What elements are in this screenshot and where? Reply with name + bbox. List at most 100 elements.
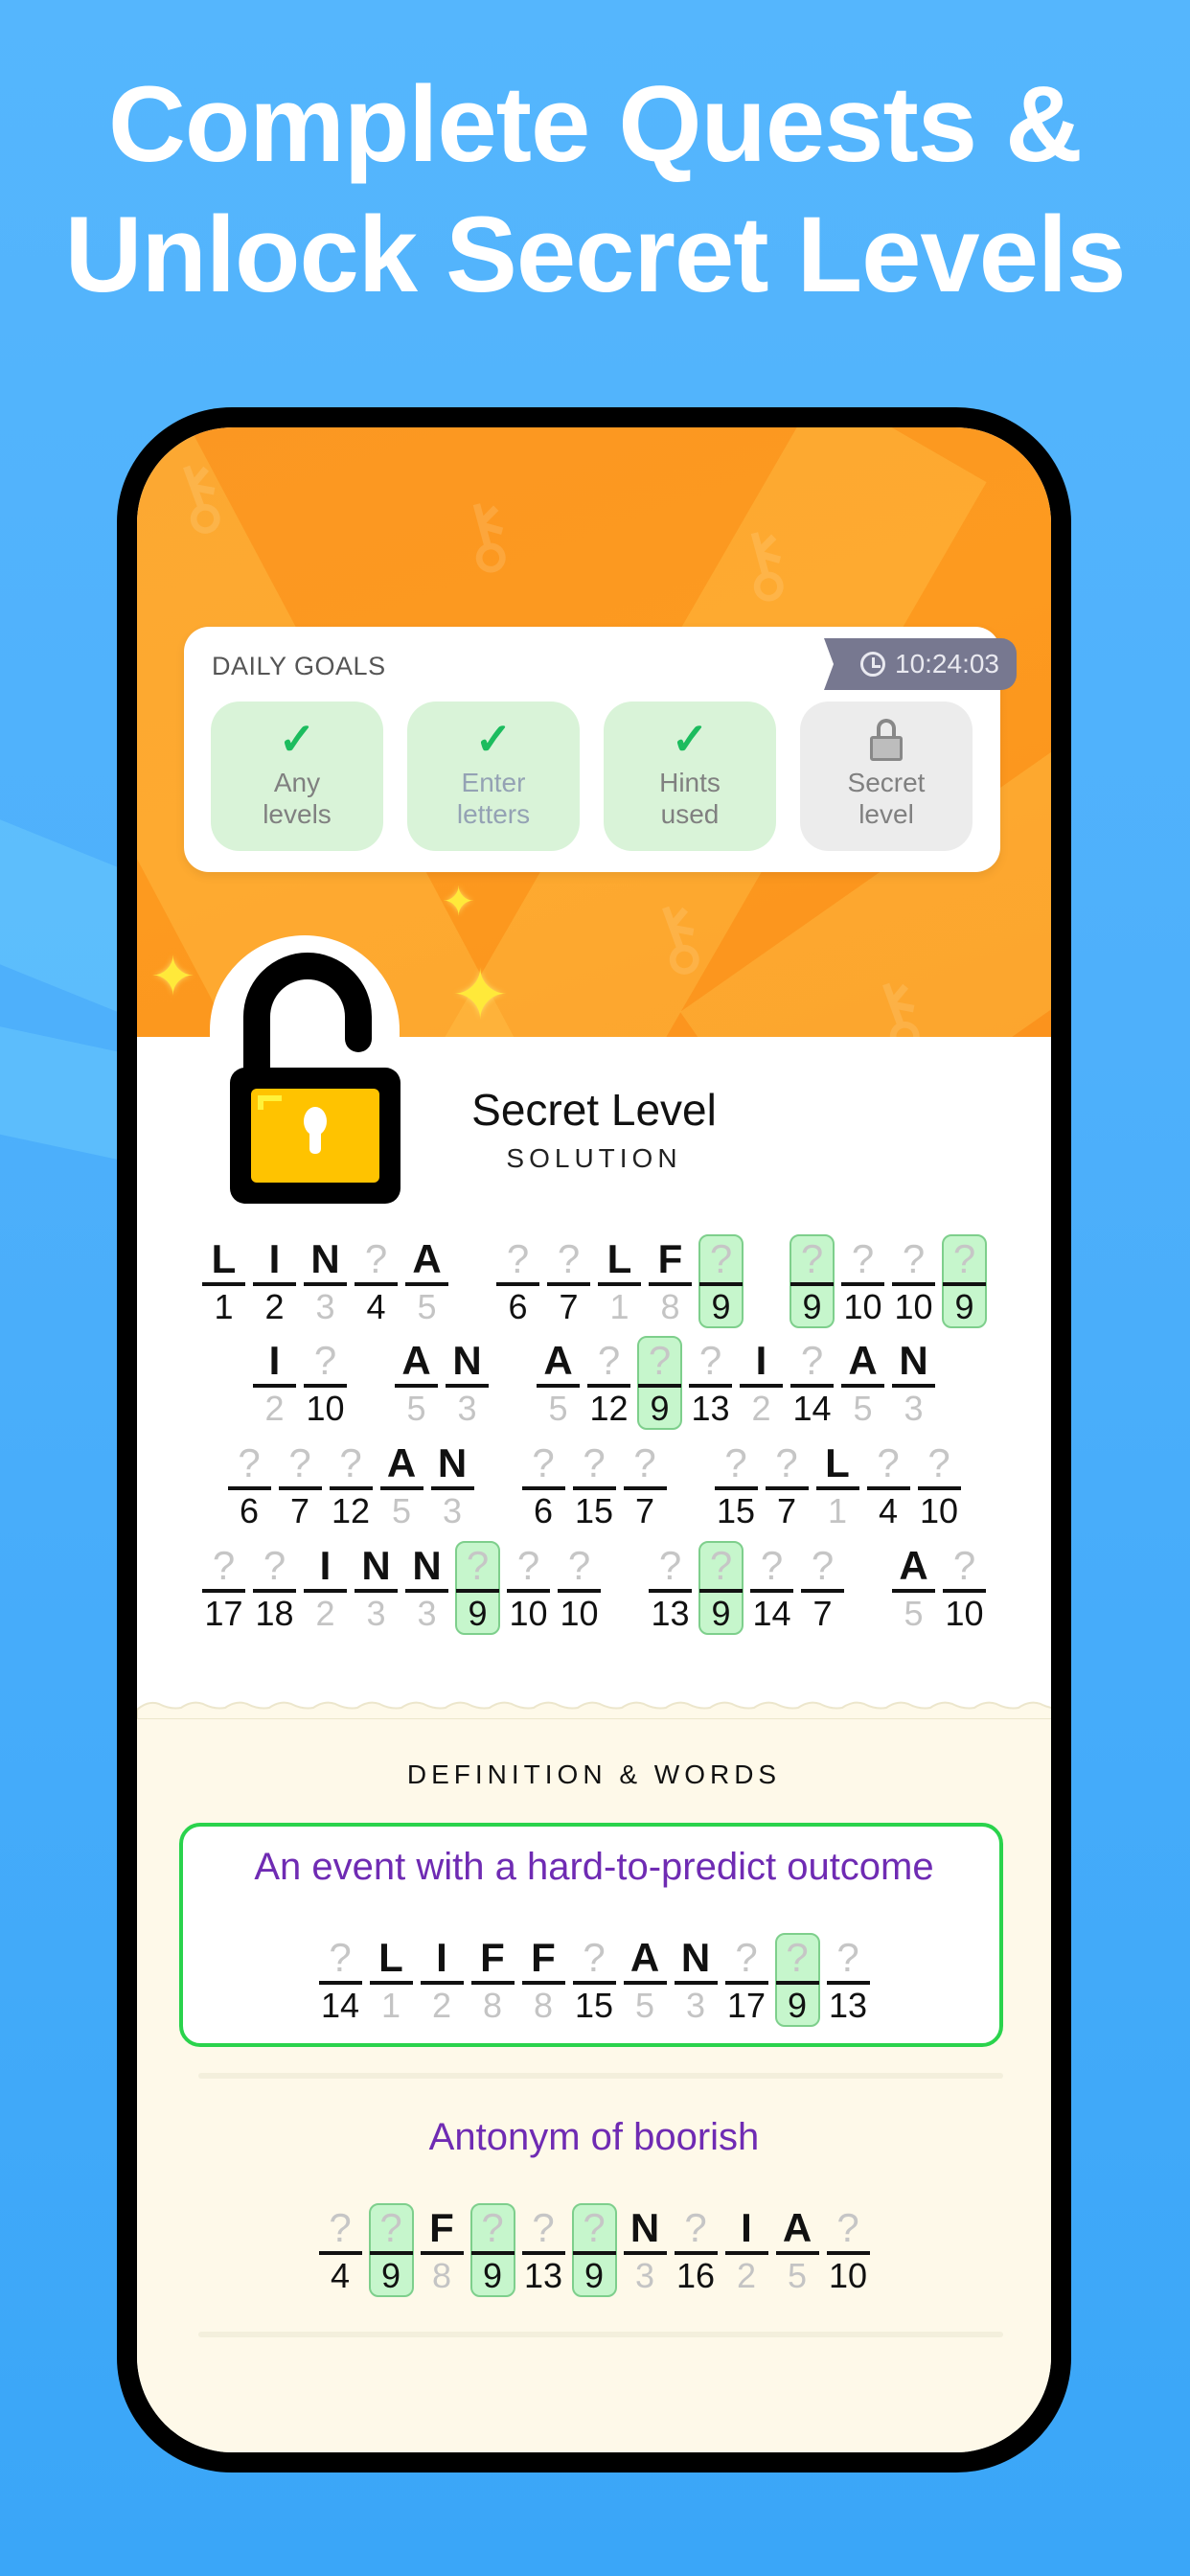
unknown-letter: ? [633, 1440, 656, 1485]
letter-cell[interactable]: ? 7 [762, 1440, 812, 1532]
letter-cell-highlighted[interactable]: ? 9 [939, 1234, 990, 1328]
letter-cell[interactable]: ? 10 [939, 1543, 990, 1635]
letter-cell[interactable]: ? 13 [518, 2205, 569, 2297]
revealed-letter: A [899, 1543, 928, 1588]
puzzle-word: ? 6? 7 L 1 F 8? 9 [492, 1234, 746, 1328]
letter-cell-highlighted[interactable]: ? 9 [787, 1234, 837, 1328]
definition-word[interactable]: ? 14 L 1 I 2 F 8 F 8? 15 A 5 N 3? 17? 9? 13 [137, 1933, 1051, 2027]
definition-clue: An event with a hard-to-predict outcome [254, 1846, 934, 1888]
letter-cell[interactable]: L1 [594, 1236, 645, 1328]
letter-cell[interactable]: ? 6 [518, 1440, 569, 1532]
letter-underline [699, 1589, 743, 1593]
letter-cell[interactable]: I2 [721, 2205, 772, 2297]
letter-cell[interactable]: ? 6 [492, 1236, 543, 1328]
letter-cell[interactable]: N3 [888, 1338, 939, 1430]
letter-cell[interactable]: ? 6 [224, 1440, 275, 1532]
letter-cell[interactable]: ? 14 [787, 1338, 837, 1430]
goal-enter-letters[interactable]: ✓ Enter letters [407, 702, 580, 851]
letter-cell[interactable]: ? 12 [326, 1440, 377, 1532]
letter-underline [405, 1589, 448, 1593]
letter-cell[interactable]: A5 [377, 1440, 427, 1532]
letter-cell[interactable]: N3 [442, 1338, 492, 1430]
letter-cell-highlighted[interactable]: ? 9 [772, 1933, 823, 2027]
letter-cell[interactable]: ? 10 [888, 1236, 939, 1328]
letter-cell[interactable]: ? 10 [823, 2205, 874, 2297]
letter-cell[interactable]: F8 [417, 2205, 468, 2297]
letter-cell[interactable]: I2 [249, 1338, 300, 1430]
letter-cell[interactable]: I2 [736, 1338, 787, 1430]
letter-cell-highlighted[interactable]: ? 9 [452, 1541, 503, 1635]
goal-secret-level[interactable]: Secret level [800, 702, 973, 851]
letter-cell[interactable]: ? 13 [685, 1338, 736, 1430]
letter-cell-highlighted[interactable]: ? 9 [366, 2203, 417, 2297]
letter-cell[interactable]: I2 [249, 1236, 300, 1328]
phone-frame: ⚷ ⚷ ⚷ ⚷ ⚷ DAILY GOALS 10:24:03 ✓ Any lev… [117, 407, 1071, 2472]
letter-underline [379, 1486, 423, 1490]
letter-cell[interactable]: N3 [620, 2205, 671, 2297]
unknown-letter: ? [800, 1338, 824, 1383]
letter-cell[interactable]: A5 [391, 1338, 442, 1430]
puzzle-word: ? 6? 15? 7 [518, 1440, 671, 1532]
letter-cell[interactable]: ? 10 [503, 1543, 554, 1635]
letter-cell[interactable]: I2 [417, 1935, 468, 2027]
letter-cell[interactable]: ? 12 [584, 1338, 634, 1430]
letter-cell[interactable]: ? 4 [351, 1236, 401, 1328]
letter-cell[interactable]: ? 10 [914, 1440, 965, 1532]
letter-cell[interactable]: ? 7 [275, 1440, 326, 1532]
letter-cell[interactable]: A5 [533, 1338, 584, 1430]
letter-cell[interactable]: A5 [837, 1338, 888, 1430]
unknown-letter: ? [811, 1543, 835, 1588]
revealed-letter: L [211, 1236, 237, 1281]
letter-cell[interactable]: ? 7 [797, 1543, 848, 1635]
letter-cell[interactable]: A5 [772, 2205, 823, 2297]
unknown-letter: ? [851, 1236, 875, 1281]
letter-cell[interactable]: ? 7 [620, 1440, 671, 1532]
letter-cell[interactable]: N3 [351, 1543, 401, 1635]
letter-cell[interactable]: A5 [888, 1543, 939, 1635]
letter-cell[interactable]: N3 [671, 1935, 721, 2027]
letter-cell[interactable]: ? 4 [863, 1440, 914, 1532]
letter-cell[interactable]: ? 13 [823, 1935, 874, 2027]
letter-cell-highlighted[interactable]: ? 9 [468, 2203, 518, 2297]
letter-cell[interactable]: A5 [620, 1935, 671, 2027]
letter-cell[interactable]: L1 [812, 1440, 863, 1532]
letter-cell[interactable]: ? 13 [645, 1543, 696, 1635]
letter-cell[interactable]: ? 15 [569, 1935, 620, 2027]
goal-any-levels[interactable]: ✓ Any levels [211, 702, 383, 851]
letter-cell[interactable]: L1 [198, 1236, 249, 1328]
letter-cell[interactable]: F8 [518, 1935, 569, 2027]
letter-cell[interactable]: I2 [300, 1543, 351, 1635]
letter-cell[interactable]: A5 [401, 1236, 452, 1328]
letter-code-number: 4 [878, 1491, 899, 1530]
letter-cell[interactable]: F8 [645, 1236, 696, 1328]
letter-cell[interactable]: ? 16 [671, 2205, 721, 2297]
letter-cell[interactable]: ? 4 [315, 2205, 366, 2297]
letter-underline [572, 1981, 616, 1985]
letter-cell[interactable]: ? 17 [198, 1543, 249, 1635]
letter-cell[interactable]: N3 [401, 1543, 452, 1635]
letter-cell-highlighted[interactable]: ? 9 [634, 1336, 685, 1430]
letter-code-number: 10 [509, 1594, 548, 1633]
letter-code-number: 13 [828, 1986, 868, 2025]
letter-cell[interactable]: ? 7 [543, 1236, 594, 1328]
letter-cell[interactable]: ? 17 [721, 1935, 772, 2027]
letter-cell[interactable]: F8 [468, 1935, 518, 2027]
letter-cell[interactable]: ? 10 [837, 1236, 888, 1328]
letter-cell[interactable]: ? 18 [249, 1543, 300, 1635]
letter-cell-highlighted[interactable]: ? 9 [696, 1234, 746, 1328]
letter-cell[interactable]: L1 [366, 1935, 417, 2027]
letter-cell[interactable]: ? 14 [746, 1543, 797, 1635]
definition-word[interactable]: ? 4? 9 F 8? 9? 13? 9 N 3? 16 I 2 A 5? 10 [137, 2203, 1051, 2297]
letter-cell[interactable]: N3 [427, 1440, 478, 1532]
goal-hints-used[interactable]: ✓ Hints used [604, 702, 776, 851]
letter-cell[interactable]: N3 [300, 1236, 351, 1328]
unknown-letter: ? [648, 1338, 672, 1383]
unknown-letter: ? [313, 1338, 337, 1383]
letter-cell[interactable]: ? 10 [554, 1543, 605, 1635]
letter-cell-highlighted[interactable]: ? 9 [569, 2203, 620, 2297]
letter-cell-highlighted[interactable]: ? 9 [696, 1541, 746, 1635]
letter-cell[interactable]: ? 15 [711, 1440, 762, 1532]
letter-cell[interactable]: ? 14 [315, 1935, 366, 2027]
letter-cell[interactable]: ? 10 [300, 1338, 351, 1430]
letter-cell[interactable]: ? 15 [569, 1440, 620, 1532]
